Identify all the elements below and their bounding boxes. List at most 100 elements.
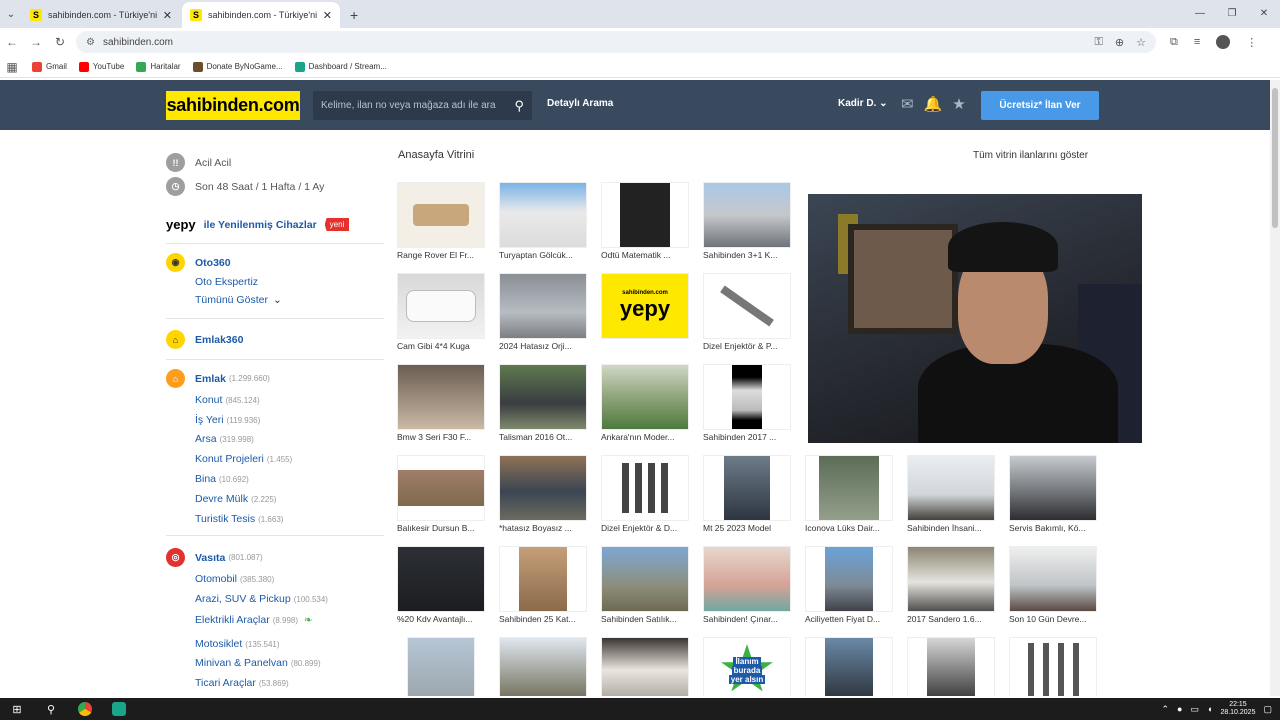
oto-ekspertiz-link[interactable]: Oto Ekspertiz (195, 276, 258, 288)
list-item[interactable]: Arazi, SUV & Pickup (100.534) (195, 593, 328, 605)
listing-card[interactable]: Sahibinden İhsani... (907, 455, 997, 535)
site-logo[interactable]: sahibinden.com (166, 91, 300, 120)
user-menu[interactable]: Kadir D. ⌄ (838, 98, 888, 109)
mic-icon[interactable]: ● (1177, 704, 1182, 714)
forward-icon[interactable]: → (24, 35, 48, 49)
close-tab-icon[interactable]: ✕ (323, 9, 332, 22)
list-item[interactable]: Arsa (319.998) (195, 433, 254, 445)
listing-card[interactable]: Odtü Matematik ... (601, 182, 691, 262)
listing-card[interactable]: *hatasız Boyasız ... (499, 455, 589, 535)
search-icon[interactable]: ⚲ (514, 98, 524, 114)
listing-card[interactable]: İlanım burada yer alsın (703, 637, 793, 696)
search-icon[interactable]: ⚲ (34, 698, 68, 720)
star-icon[interactable]: ★ (952, 95, 965, 113)
oto360-link[interactable]: ◉ Oto360 (166, 253, 231, 272)
listing-card[interactable]: Sahibinden 3+1 K... (703, 182, 793, 262)
list-item[interactable]: Motosiklet (135.541) (195, 638, 280, 650)
tab-search-icon[interactable]: ⌄ (0, 0, 22, 28)
listing-card[interactable]: Ankara'nın Moder... (601, 364, 691, 444)
browser-tab[interactable]: S sahibinden.com - Türkiye'nin O ✕ (22, 2, 180, 28)
url-text[interactable]: sahibinden.com (103, 37, 1083, 48)
listing-card[interactable]: 2024 Hatasız Orji... (499, 273, 589, 353)
back-icon[interactable]: ← (0, 35, 24, 49)
reload-icon[interactable]: ↻ (48, 35, 72, 49)
list-item[interactable]: Ticari Araçlar (53.869) (195, 677, 289, 689)
listing-card[interactable]: Sahibinden 2017 ... (703, 364, 793, 444)
chrome-icon[interactable] (68, 698, 102, 720)
list-item[interactable]: Turistik Tesis (1.663) (195, 513, 283, 525)
bookmark-donate[interactable]: Donate ByNoGame... (192, 61, 283, 72)
password-key-icon[interactable]: ⚿ (1095, 36, 1103, 49)
listing-card[interactable]: Mt 25 2023 Model (703, 455, 793, 535)
post-ad-button[interactable]: Ücretsiz* İlan Ver (981, 91, 1099, 120)
advanced-search-link[interactable]: Detaylı Arama (547, 98, 613, 109)
clock[interactable]: 22:15 28.10.2025 (1220, 701, 1255, 717)
list-item[interactable]: Devre Mülk (2.225) (195, 493, 276, 505)
browser-tab-active[interactable]: S sahibinden.com - Türkiye'nin O ✕ (182, 2, 340, 28)
profile-avatar[interactable] (1216, 35, 1231, 49)
listing-card[interactable]: Son 10 Gün Devre... (1009, 546, 1099, 626)
listing-card[interactable] (407, 637, 497, 696)
listing-card[interactable] (1009, 637, 1099, 696)
bookmark-star-icon[interactable]: ☆ (1136, 36, 1146, 49)
list-item[interactable]: Minivan & Panelvan (80.899) (195, 657, 321, 669)
minimize-icon[interactable]: — (1184, 0, 1216, 28)
show-all-link[interactable]: Tümünü Göster ⌄ (195, 294, 282, 306)
listing-card[interactable] (601, 637, 691, 696)
bell-icon[interactable]: 🔔 (924, 95, 943, 113)
volume-icon[interactable]: ◖ (1207, 704, 1212, 714)
new-tab-button[interactable]: + (342, 2, 366, 28)
page-scrollbar[interactable] (1270, 80, 1280, 696)
chevron-up-icon[interactable]: ⌃ (1162, 704, 1170, 715)
list-item[interactable]: Elektrikli Araçlar (8.998) ❧ (195, 614, 312, 626)
listing-card[interactable]: Balıkesir Dursun B... (397, 455, 487, 535)
listing-card[interactable]: Servis Bakımlı, Kö... (1009, 455, 1099, 535)
listing-card[interactable]: Aciliyetten Fiyat D... (805, 546, 895, 626)
listing-card[interactable]: sahibinden.com yepy (601, 273, 691, 353)
restore-icon[interactable]: ❐ (1216, 0, 1248, 28)
listing-card[interactable]: Sahibinden 25 Kat... (499, 546, 589, 626)
listing-card[interactable]: 2017 Sandero 1.6... (907, 546, 997, 626)
list-item[interactable]: İş Yeri (119.936) (195, 414, 260, 426)
network-icon[interactable]: ▭ (1190, 704, 1199, 715)
site-info-icon[interactable]: ⚙ (86, 37, 95, 48)
vasita-category[interactable]: ◎ Vasıta (801.087) (166, 548, 263, 567)
bookmark-youtube[interactable]: YouTube (78, 61, 124, 72)
close-window-icon[interactable]: ✕ (1248, 0, 1280, 28)
listing-card[interactable]: Bmw 3 Seri F30 F... (397, 364, 487, 444)
listing-card[interactable]: Talisman 2016 Ot... (499, 364, 589, 444)
listing-card[interactable]: Dizel Enjektör & D... (601, 455, 691, 535)
list-item[interactable]: Bina (10.692) (195, 473, 249, 485)
listing-card[interactable] (805, 637, 895, 696)
listing-card[interactable]: Iconova Lüks Dair... (805, 455, 895, 535)
listing-card[interactable] (499, 637, 589, 696)
recent-link[interactable]: ◷ Son 48 Saat / 1 Hafta / 1 Ay (166, 177, 324, 196)
list-item[interactable]: Konut (845.124) (195, 394, 260, 406)
listing-card[interactable]: Range Rover El Fr... (397, 182, 487, 262)
bookmark-dashboard[interactable]: Dashboard / Stream... (294, 61, 387, 72)
list-item[interactable]: Konut Projeleri (1.455) (195, 453, 292, 465)
show-all-vitrin-link[interactable]: Tüm vitrin ilanlarını göster (973, 150, 1088, 161)
omnibox[interactable]: ⚙ sahibinden.com ⚿ ⊕ ☆ (76, 31, 1156, 53)
emlak360-link[interactable]: ⌂ Emlak360 (166, 330, 243, 349)
close-tab-icon[interactable]: ✕ (163, 9, 172, 22)
app-icon[interactable] (102, 698, 136, 720)
scrollbar-thumb[interactable] (1272, 88, 1278, 228)
menu-icon[interactable]: ⋮ (1246, 36, 1257, 49)
notification-icon[interactable]: ▢ (1263, 704, 1272, 715)
zoom-icon[interactable]: ⊕ (1115, 36, 1124, 49)
extensions-icon[interactable]: ⧉ (1170, 36, 1178, 49)
emlak-category[interactable]: ⌂ Emlak (1.299.660) (166, 369, 270, 388)
bookmark-haritalar[interactable]: Haritalar (136, 61, 181, 72)
listing-card[interactable]: Turyaptan Gölcük... (499, 182, 589, 262)
yepy-link[interactable]: yepy ile Yenilenmiş Cihazlar yeni (166, 217, 350, 232)
listing-card[interactable]: %20 Kdv Avantajlı... (397, 546, 487, 626)
apps-grid-icon[interactable]: ▦ (0, 60, 24, 74)
mail-icon[interactable]: ✉ (901, 95, 914, 113)
list-item[interactable]: Otomobil (385.380) (195, 573, 274, 585)
media-icon[interactable]: ≡ (1194, 36, 1200, 48)
search-input[interactable] (321, 100, 515, 111)
windows-start-icon[interactable]: ⊞ (0, 698, 34, 720)
bookmark-gmail[interactable]: Gmail (32, 61, 67, 72)
listing-card[interactable]: Dizel Enjektör & P... (703, 273, 793, 353)
